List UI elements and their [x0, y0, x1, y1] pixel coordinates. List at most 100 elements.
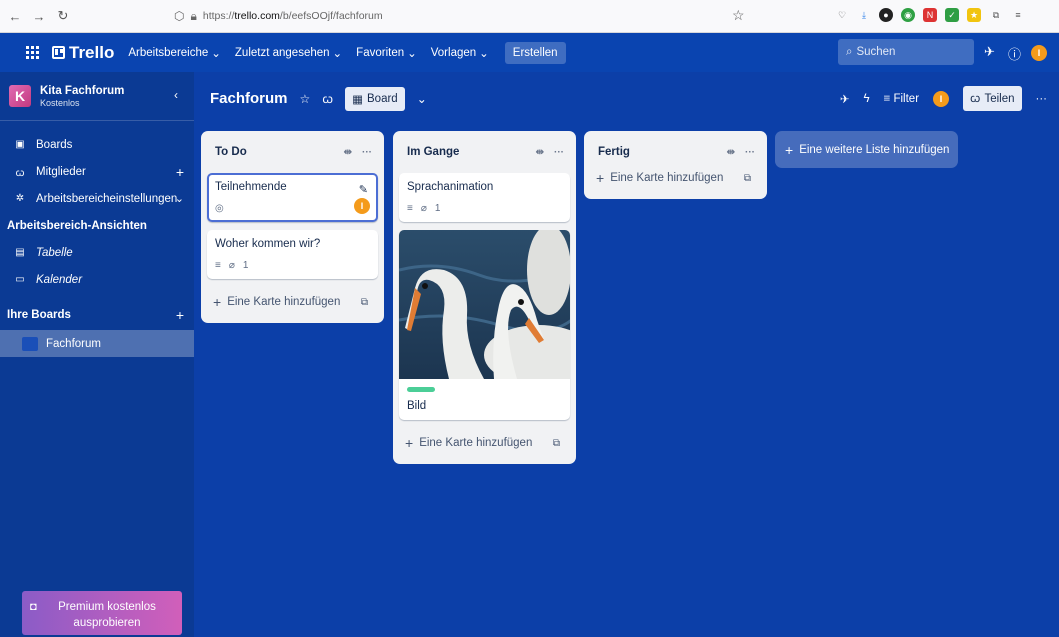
- add-card-button[interactable]: + Eine Karte hinzufügen ⧉: [590, 163, 761, 193]
- board-color-swatch: [22, 336, 38, 351]
- list-header[interactable]: Im Gange ⇹ ···: [399, 131, 570, 173]
- add-card-button[interactable]: + Eine Karte hinzufügen ⧉: [207, 287, 378, 317]
- download-icon[interactable]: ⤓: [857, 8, 871, 22]
- view-switcher-button[interactable]: ▦ Board: [345, 86, 405, 111]
- board-member-avatar[interactable]: I: [933, 90, 950, 107]
- share-user-icon: ꞷ: [970, 93, 981, 105]
- chevron-down-icon[interactable]: ⌄: [417, 92, 427, 106]
- extension-new-icon[interactable]: N: [923, 8, 937, 22]
- attachment-icon: ⌀: [228, 260, 235, 271]
- add-member-icon[interactable]: +: [176, 164, 184, 180]
- chevron-down-icon[interactable]: ⌄: [175, 192, 184, 205]
- workspace-plan: Kostenlos: [40, 97, 80, 108]
- sidebar-item-boards[interactable]: ▣ Boards: [0, 131, 194, 158]
- pocket-icon[interactable]: ♡: [835, 8, 849, 22]
- collapse-list-icon[interactable]: ⇹: [344, 147, 352, 158]
- extension-yellow-icon[interactable]: ★: [967, 8, 981, 22]
- chevron-down-icon: ⌄: [211, 47, 221, 60]
- boards-icon: ▣: [15, 139, 25, 150]
- trello-logo-icon: [52, 46, 65, 59]
- help-icon[interactable]: ⓘ: [1008, 44, 1021, 63]
- table-icon: ▤: [15, 247, 25, 258]
- automation-icon[interactable]: ϟ: [863, 93, 869, 105]
- reload-icon[interactable]: ↻: [54, 7, 72, 25]
- avatar[interactable]: I: [1031, 45, 1047, 61]
- checkmark-extension-icon[interactable]: ✓: [945, 8, 959, 22]
- nav-templates[interactable]: Vorlagen ⌄: [431, 46, 489, 60]
- list-menu-icon[interactable]: ···: [554, 147, 564, 158]
- collapse-list-icon[interactable]: ⇹: [536, 147, 544, 158]
- browser-toolbar: ← → ↻ ⬡ 🔒︎ https://trello.com/b/eefsOOjf…: [0, 0, 1059, 33]
- share-button[interactable]: ꞷ Teilen: [963, 86, 1022, 111]
- board-title[interactable]: Fachforum: [210, 90, 288, 107]
- list-menu-icon[interactable]: ···: [745, 147, 755, 158]
- extension-dark-icon[interactable]: ●: [879, 8, 893, 22]
- card-label-green[interactable]: [407, 387, 435, 392]
- visibility-icon[interactable]: ꞷ: [322, 90, 333, 107]
- calendar-icon: ▭: [15, 274, 25, 285]
- list-im-gange: Im Gange ⇹ ··· Sprachanimation ≡ ⌀ 1 Bil…: [393, 131, 576, 464]
- edit-pencil-icon[interactable]: ✎: [359, 183, 368, 196]
- search-icon: ⌕: [846, 45, 853, 58]
- search-input[interactable]: ⌕ Suchen: [838, 39, 974, 65]
- board-header: Fachforum ☆ ꞷ ▦ Board ⌄ ✈ ϟ ≡ Filter I ꞷT…: [194, 72, 1059, 125]
- user-icon: ꞷ: [15, 167, 25, 179]
- card-template-icon[interactable]: ⧉: [361, 297, 368, 308]
- sidebar-item-calendar[interactable]: ▭ Kalender: [0, 266, 194, 293]
- sidebar-item-members[interactable]: ꞷ Mitglieder +: [0, 158, 194, 185]
- chevron-down-icon: ⌄: [332, 47, 343, 60]
- sidebar-board-fachforum[interactable]: Fachforum: [0, 330, 194, 357]
- back-icon[interactable]: ←: [6, 7, 24, 25]
- watch-icon: ◎: [215, 203, 224, 214]
- extensions-icon[interactable]: ⧉: [989, 8, 1003, 22]
- chevron-down-icon: ⌄: [479, 47, 489, 60]
- nav-recent[interactable]: Zuletzt angesehen ⌄: [235, 46, 342, 60]
- card-woher-kommen-wir[interactable]: Woher kommen wir? ≡ ⌀ 1: [207, 230, 378, 279]
- card-template-icon[interactable]: ⧉: [553, 438, 560, 449]
- power-ups-icon[interactable]: ✈: [840, 92, 850, 106]
- card-sprachanimation[interactable]: Sprachanimation ≡ ⌀ 1: [399, 173, 570, 222]
- collapse-sidebar-icon[interactable]: ‹: [174, 88, 178, 102]
- nav-workspaces[interactable]: Arbeitsbereiche ⌄: [128, 46, 221, 60]
- card-teilnehmende[interactable]: Teilnehmende ✎ ◎ I: [207, 173, 378, 222]
- menu-icon[interactable]: ≡: [1011, 8, 1025, 22]
- boards-heading: Ihre Boards +: [7, 306, 184, 323]
- filter-button[interactable]: ≡ Filter: [884, 93, 919, 105]
- extensions-toolbar: ♡ ⤓ ● ◉ N ✓ ★ ⧉ ≡: [835, 8, 1025, 22]
- nav-starred[interactable]: Favoriten ⌄: [356, 46, 417, 60]
- create-button[interactable]: Erstellen: [504, 41, 566, 64]
- url-text: https://trello.com/b/eefsOOjf/fachforum: [202, 10, 383, 22]
- add-board-icon[interactable]: +: [176, 307, 184, 323]
- notifications-icon[interactable]: ✈: [984, 44, 995, 60]
- more-icon[interactable]: ···: [1036, 93, 1048, 105]
- address-bar[interactable]: ⬡ 🔒︎ https://trello.com/b/eefsOOjf/fachf…: [160, 4, 750, 28]
- forward-icon[interactable]: →: [30, 7, 48, 25]
- list-menu-icon[interactable]: ···: [362, 147, 372, 158]
- card-bild[interactable]: Bild: [399, 230, 570, 420]
- list-header[interactable]: To Do ⇹ ···: [207, 131, 378, 173]
- views-heading: Arbeitsbereich-Ansichten: [7, 219, 147, 232]
- list-todo: To Do ⇹ ··· Teilnehmende ✎ ◎ I Woher komm…: [201, 131, 384, 323]
- card-member-avatar[interactable]: I: [354, 198, 370, 214]
- add-card-button[interactable]: + Eine Karte hinzufügen ⧉: [399, 428, 570, 458]
- workspace-avatar: K: [9, 85, 31, 107]
- collapse-list-icon[interactable]: ⇹: [727, 147, 735, 158]
- add-list-button[interactable]: + Eine weitere Liste hinzufügen: [775, 131, 958, 168]
- attachment-icon: ⌀: [420, 203, 427, 214]
- card-template-icon[interactable]: ⧉: [744, 173, 751, 184]
- star-icon[interactable]: ☆: [300, 92, 311, 106]
- app-header: Trello Arbeitsbereiche ⌄ Zuletzt angesehe…: [0, 33, 1059, 72]
- premium-trial-button[interactable]: ◘ Premium kostenlos ausprobieren: [22, 591, 182, 635]
- sidebar-item-settings[interactable]: ✲ Arbeitsbereicheinstellungen ⌄: [0, 185, 194, 212]
- sidebar: K Kita Fachforum Kostenlos ‹ ▣ Boards ꞷ Mi…: [0, 72, 194, 637]
- extension-green-icon[interactable]: ◉: [901, 8, 915, 22]
- bookmark-star-icon[interactable]: ☆: [732, 7, 745, 24]
- trello-logo[interactable]: Trello: [52, 43, 114, 63]
- workspace-header: K Kita Fachforum Kostenlos ‹: [0, 72, 194, 121]
- shield-icon[interactable]: ⬡: [174, 9, 184, 23]
- description-icon: ≡: [407, 203, 413, 214]
- lock-icon[interactable]: 🔒︎: [190, 9, 196, 24]
- app-switcher-icon[interactable]: [26, 45, 40, 60]
- premium-icon: ◘: [30, 601, 37, 613]
- sidebar-item-table[interactable]: ▤ Tabelle: [0, 239, 194, 266]
